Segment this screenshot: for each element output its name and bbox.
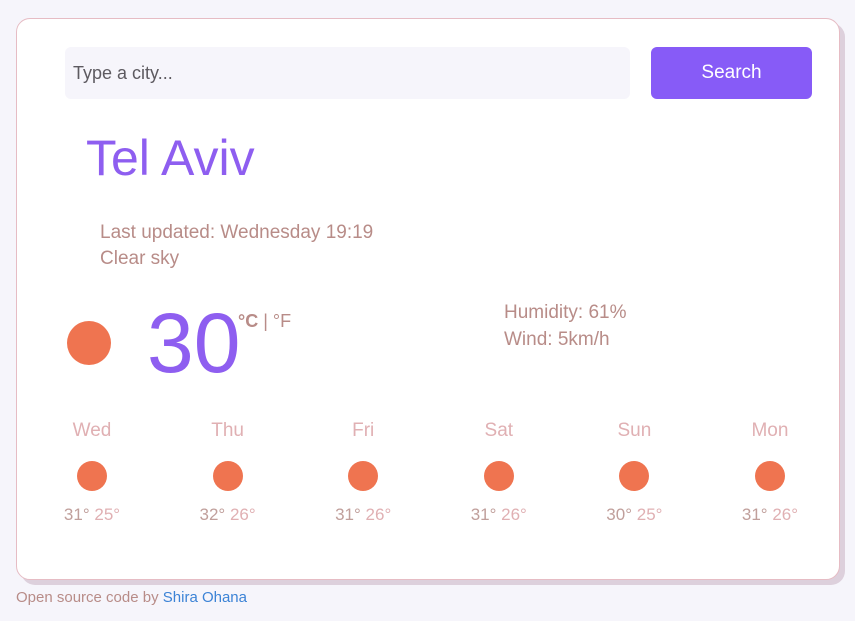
sun-icon xyxy=(212,461,243,491)
forecast-min: 25° xyxy=(636,505,663,524)
forecast-temps: 31° 26° xyxy=(335,505,391,525)
footer-text: Open source code by xyxy=(16,589,159,606)
fahrenheit-link[interactable]: °F xyxy=(273,311,291,331)
forecast-min: 26° xyxy=(772,505,799,524)
forecast-day: Sat 31° 26° xyxy=(464,417,534,537)
source-code-link[interactable]: Shira Ohana xyxy=(163,589,247,606)
forecast-day: Thu 32° 26° xyxy=(193,417,263,537)
forecast-day-name: Sat xyxy=(484,420,514,441)
unit-separator: | xyxy=(263,311,268,331)
forecast-temps: 31° 26° xyxy=(471,505,527,525)
search-button[interactable]: Search xyxy=(651,47,812,99)
current-temperature: 30 xyxy=(147,296,241,390)
forecast-min: 26° xyxy=(365,505,392,524)
weather-description: Clear sky xyxy=(100,248,180,269)
forecast-day-name: Mon xyxy=(751,420,789,441)
forecast-day: Mon 31° 26° xyxy=(735,417,805,537)
forecast-max: 31° xyxy=(470,505,497,524)
forecast-min: 25° xyxy=(94,505,121,524)
forecast-day-name: Thu xyxy=(211,420,244,441)
sun-icon xyxy=(483,461,514,491)
weather-details: Humidity: 61% Wind: 5km/h xyxy=(504,299,627,353)
forecast-day-name: Fri xyxy=(352,420,375,441)
forecast-min: 26° xyxy=(229,505,256,524)
footer: Open source code by Shira Ohana xyxy=(16,589,247,606)
weather-meta: Last updated: Wednesday 19:19 Clear sky xyxy=(100,220,373,272)
forecast-temps: 30° 25° xyxy=(606,505,662,525)
city-name: Tel Aviv xyxy=(86,130,255,186)
forecast-max: 30° xyxy=(606,505,632,524)
forecast-day: Sun 30° 25° xyxy=(599,417,669,537)
forecast-day-name: Wed xyxy=(72,420,112,441)
sun-icon xyxy=(754,461,785,491)
sun-icon xyxy=(348,461,379,491)
last-updated: Last updated: Wednesday 19:19 xyxy=(100,222,374,243)
forecast-day: Fri 31° 26° xyxy=(328,417,398,537)
wind: Wind: 5km/h xyxy=(504,329,610,350)
forecast-max: 31° xyxy=(335,505,361,524)
sun-icon xyxy=(619,461,650,491)
forecast-temps: 31° 25° xyxy=(64,505,120,525)
city-search-input[interactable] xyxy=(65,47,630,99)
forecast-max: 31° xyxy=(741,505,768,524)
humidity: Humidity: 61% xyxy=(504,302,627,323)
weather-card: Search Tel Aviv Last updated: Wednesday … xyxy=(16,18,840,580)
unit-toggle: °C | °F xyxy=(238,311,291,332)
forecast-day: Wed 31° 25° xyxy=(57,417,127,537)
forecast-max: 31° xyxy=(63,505,90,524)
forecast-min: 26° xyxy=(501,505,527,524)
forecast-day-name: Sun xyxy=(617,420,652,441)
sun-icon xyxy=(77,461,107,491)
celsius-link[interactable]: °C xyxy=(238,311,258,331)
forecast-max: 32° xyxy=(199,505,226,524)
forecast: Wed 31° 25° Thu 32° 26° Fri 31° 26° Sat xyxy=(57,417,805,537)
forecast-temps: 31° 26° xyxy=(742,505,798,525)
sun-icon xyxy=(67,321,111,365)
forecast-temps: 32° 26° xyxy=(200,505,256,525)
